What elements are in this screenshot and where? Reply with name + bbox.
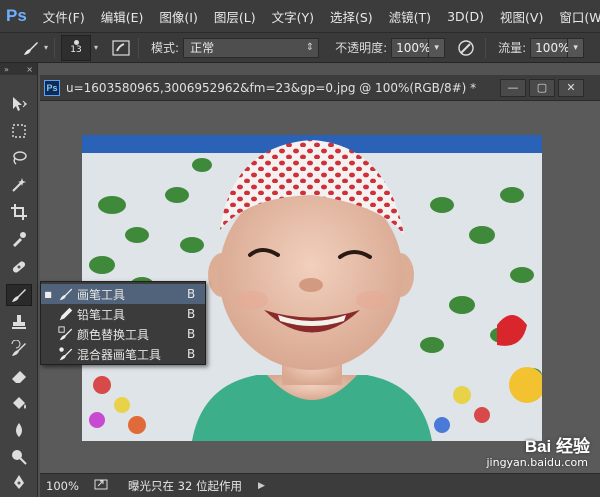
crop-tool-icon[interactable] xyxy=(6,201,32,223)
menu-edit[interactable]: 编辑(E) xyxy=(93,7,152,26)
menu-type[interactable]: 文字(Y) xyxy=(264,7,322,26)
brush-panel-toggle-icon[interactable] xyxy=(110,37,132,59)
healing-brush-tool-icon[interactable] xyxy=(6,256,32,278)
marquee-tool-icon[interactable] xyxy=(6,120,32,142)
options-bar: ▾ 13 ▾ 模式: 正常 ⇕ 不透明度: 100% ▾ 流量: 100% ▾ xyxy=(0,33,600,63)
blur-tool-icon[interactable] xyxy=(6,419,32,441)
flow-field[interactable]: 100% xyxy=(530,37,569,58)
flyout-item-label: 颜色替换工具 xyxy=(77,327,150,342)
pen-tool-icon[interactable] xyxy=(6,471,32,493)
menu-layer[interactable]: 图层(L) xyxy=(206,7,264,26)
flyout-item-shortcut: B xyxy=(187,287,196,301)
document-title: u=1603580965,3006952962&fm=23&gp=0.jpg @… xyxy=(66,80,477,95)
magic-wand-tool-icon[interactable] xyxy=(6,174,32,196)
menu-select[interactable]: 选择(S) xyxy=(322,7,381,26)
paint-bucket-tool-icon[interactable] xyxy=(6,392,32,414)
menu-bar: Ps 文件(F) 编辑(E) 图像(I) 图层(L) 文字(Y) 选择(S) 滤… xyxy=(0,0,600,33)
flyout-item-label: 铅笔工具 xyxy=(77,307,126,322)
flyout-item-shortcut: B xyxy=(187,347,196,361)
eraser-tool-icon[interactable] xyxy=(6,365,32,387)
flyout-item-shortcut: B xyxy=(187,327,196,341)
flyout-item-mixer-brush[interactable]: 混合器画笔工具 B xyxy=(41,344,205,364)
select-arrows-icon: ⇕ xyxy=(305,41,315,53)
brush-preset-icon[interactable] xyxy=(20,37,42,59)
zoom-level[interactable]: 100% xyxy=(40,479,90,493)
selected-bullet-icon: ■ xyxy=(44,289,52,299)
flyout-item-label: 混合器画笔工具 xyxy=(77,347,162,362)
brush-preset-dropdown-icon[interactable]: ▾ xyxy=(44,43,48,52)
eyedropper-tool-icon[interactable] xyxy=(6,228,32,250)
mode-select[interactable]: 正常 ⇕ xyxy=(183,37,320,58)
flyout-item-color-replace[interactable]: 颜色替换工具 B xyxy=(41,324,205,344)
flyout-item-brush[interactable]: ■ 画笔工具 B xyxy=(41,284,205,304)
separator xyxy=(138,37,140,58)
tools-panel: » × xyxy=(0,63,38,497)
opacity-label: 不透明度: xyxy=(335,41,388,55)
clone-stamp-tool-icon[interactable] xyxy=(6,311,32,333)
photoshop-logo: Ps xyxy=(6,6,27,25)
move-tool-icon[interactable] xyxy=(6,93,32,115)
status-message: 曝光只在 32 位起作用 xyxy=(128,478,242,493)
watermark-url: jingyan.baidu.com xyxy=(486,456,588,469)
document-tab[interactable]: Ps u=1603580965,3006952962&fm=23&gp=0.jp… xyxy=(40,75,600,101)
history-brush-tool-icon[interactable] xyxy=(6,338,32,360)
brush-size-picker[interactable]: 13 xyxy=(61,34,92,61)
menu-window[interactable]: 窗口(W) xyxy=(551,7,600,26)
mixer-brush-icon xyxy=(55,345,77,363)
export-icon[interactable] xyxy=(94,478,108,493)
separator xyxy=(54,37,56,58)
flyout-item-pencil[interactable]: 铅笔工具 B xyxy=(41,304,205,324)
brush-tool-flyout: ■ 画笔工具 B 铅笔工具 B 颜色替换工具 B 混合器画笔工具 B xyxy=(40,281,206,365)
brush-size-value: 13 xyxy=(70,45,82,55)
flow-label: 流量: xyxy=(498,41,527,55)
menu-view[interactable]: 视图(V) xyxy=(492,7,551,26)
pressure-opacity-icon[interactable] xyxy=(453,37,479,59)
brush-icon xyxy=(55,285,77,303)
flyout-item-label: 画笔工具 xyxy=(77,287,126,302)
mode-label: 模式: xyxy=(151,41,180,55)
close-icon[interactable]: ✕ xyxy=(558,78,584,97)
flow-dropdown-icon[interactable]: ▾ xyxy=(568,37,585,58)
maximize-icon[interactable]: ▢ xyxy=(529,78,555,97)
brush-size-dropdown-icon[interactable]: ▾ xyxy=(94,43,98,52)
flyout-item-shortcut: B xyxy=(187,307,196,321)
color-replace-icon xyxy=(55,325,77,343)
separator xyxy=(485,37,487,58)
mode-value: 正常 xyxy=(190,41,215,55)
pencil-icon xyxy=(55,305,77,323)
menu-file[interactable]: 文件(F) xyxy=(35,7,93,26)
menu-image[interactable]: 图像(I) xyxy=(151,7,205,26)
tools-panel-header[interactable]: » × xyxy=(0,63,37,75)
status-menu-arrow-icon[interactable]: ▶ xyxy=(258,481,265,491)
dodge-tool-icon[interactable] xyxy=(6,446,32,468)
brush-tool-icon[interactable] xyxy=(6,284,32,306)
opacity-dropdown-icon[interactable]: ▾ xyxy=(429,37,446,58)
opacity-field[interactable]: 100% xyxy=(391,37,430,58)
document-ps-icon: Ps xyxy=(44,79,60,96)
minimize-icon[interactable]: — xyxy=(500,78,526,97)
menu-filter[interactable]: 滤镜(T) xyxy=(381,7,439,26)
lasso-tool-icon[interactable] xyxy=(6,147,32,169)
menu-3d[interactable]: 3D(D) xyxy=(439,9,492,24)
collapse-icon[interactable]: » xyxy=(4,65,9,74)
watermark-brand: Bai 经验 xyxy=(524,437,590,456)
status-bar: 100% 曝光只在 32 位起作用 ▶ xyxy=(40,473,600,497)
close-panel-icon[interactable]: × xyxy=(26,65,33,74)
